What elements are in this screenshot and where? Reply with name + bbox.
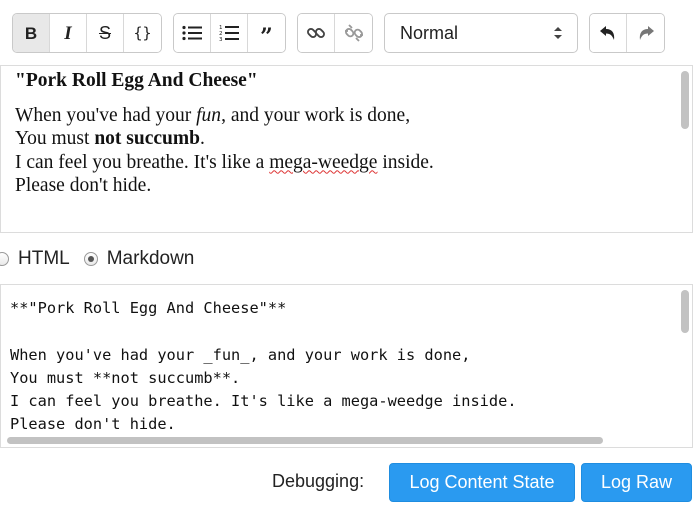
- svg-text:3: 3: [219, 37, 223, 42]
- link-icon: [307, 28, 325, 38]
- html-radio-label: HTML: [18, 248, 70, 269]
- line2-text-end: .: [199, 128, 205, 149]
- undo-button[interactable]: [590, 14, 627, 52]
- blockquote-button[interactable]: ”: [248, 14, 285, 52]
- unlink-icon: [344, 24, 363, 42]
- rich-text-content: "Pork Roll Egg And Cheese" When you've h…: [15, 69, 665, 198]
- unordered-list-icon: [182, 25, 202, 41]
- unlink-button[interactable]: [335, 14, 372, 52]
- format-toggle: HTML Markdown: [0, 246, 208, 272]
- markdown-text: **"Pork Roll Egg And Cheese"** When you'…: [10, 299, 517, 434]
- misspelled-word: mega-weedge: [269, 151, 378, 173]
- italic-text: fun: [196, 104, 222, 126]
- inline-style-group: B I S {}: [12, 13, 162, 53]
- block-type-select[interactable]: Normal: [384, 13, 578, 53]
- markdown-vertical-scrollbar[interactable]: [681, 290, 689, 333]
- redo-button[interactable]: [627, 14, 664, 52]
- rich-text-editor[interactable]: "Pork Roll Egg And Cheese" When you've h…: [0, 65, 693, 233]
- rich-title: "Pork Roll Egg And Cheese": [15, 70, 258, 91]
- rich-line-4: Please don't hide.: [15, 175, 152, 196]
- rich-line-2: You must not succumb.: [15, 127, 665, 151]
- unordered-list-button[interactable]: [174, 14, 211, 52]
- ordered-list-button[interactable]: 1 2 3: [211, 14, 248, 52]
- strikethrough-button[interactable]: S: [87, 14, 124, 52]
- block-type-value: Normal: [400, 22, 459, 43]
- link-group: [297, 13, 373, 53]
- line3-text-end: inside.: [377, 151, 434, 173]
- code-icon: {}: [133, 23, 152, 42]
- line2-text: You must: [15, 128, 95, 149]
- log-content-state-button[interactable]: Log Content State: [389, 463, 575, 502]
- html-radio[interactable]: [0, 252, 9, 266]
- bold-text: not succumb: [94, 128, 200, 149]
- line1-text: When you've had your: [15, 104, 197, 126]
- rich-editor-scrollbar[interactable]: [681, 71, 689, 129]
- rich-line-1: When you've had your fun, and your work …: [15, 104, 665, 128]
- editor-toolbar: B I S {} 1 2 3 ” Normal: [12, 13, 665, 53]
- line1-text-end: , and your work is done,: [221, 104, 411, 126]
- strikethrough-icon: S: [98, 23, 111, 43]
- bold-button[interactable]: B: [13, 14, 50, 52]
- history-group: [589, 13, 665, 53]
- italic-icon: I: [64, 22, 72, 44]
- log-raw-button[interactable]: Log Raw: [581, 463, 692, 502]
- bold-icon: B: [24, 23, 38, 43]
- blockquote-icon: ”: [260, 23, 273, 50]
- markdown-radio[interactable]: [83, 252, 98, 266]
- link-button[interactable]: [298, 14, 335, 52]
- italic-button[interactable]: I: [50, 14, 87, 52]
- ordered-list-icon: 1 2 3: [219, 25, 239, 42]
- redo-icon: [639, 26, 654, 40]
- markdown-horizontal-scrollbar[interactable]: [7, 437, 603, 444]
- select-arrows-icon: [554, 27, 562, 39]
- code-button[interactable]: {}: [124, 14, 161, 52]
- block-style-group: 1 2 3 ”: [173, 13, 286, 53]
- line3-text: I can feel you breathe. It's like a: [15, 151, 270, 173]
- markdown-editor[interactable]: **"Pork Roll Egg And Cheese"** When you'…: [0, 284, 693, 448]
- undo-icon: [600, 26, 615, 40]
- rich-line-3: I can feel you breathe. It's like a mega…: [15, 151, 665, 175]
- debugging-label: Debugging:: [272, 471, 365, 491]
- markdown-radio-label: Markdown: [106, 248, 195, 269]
